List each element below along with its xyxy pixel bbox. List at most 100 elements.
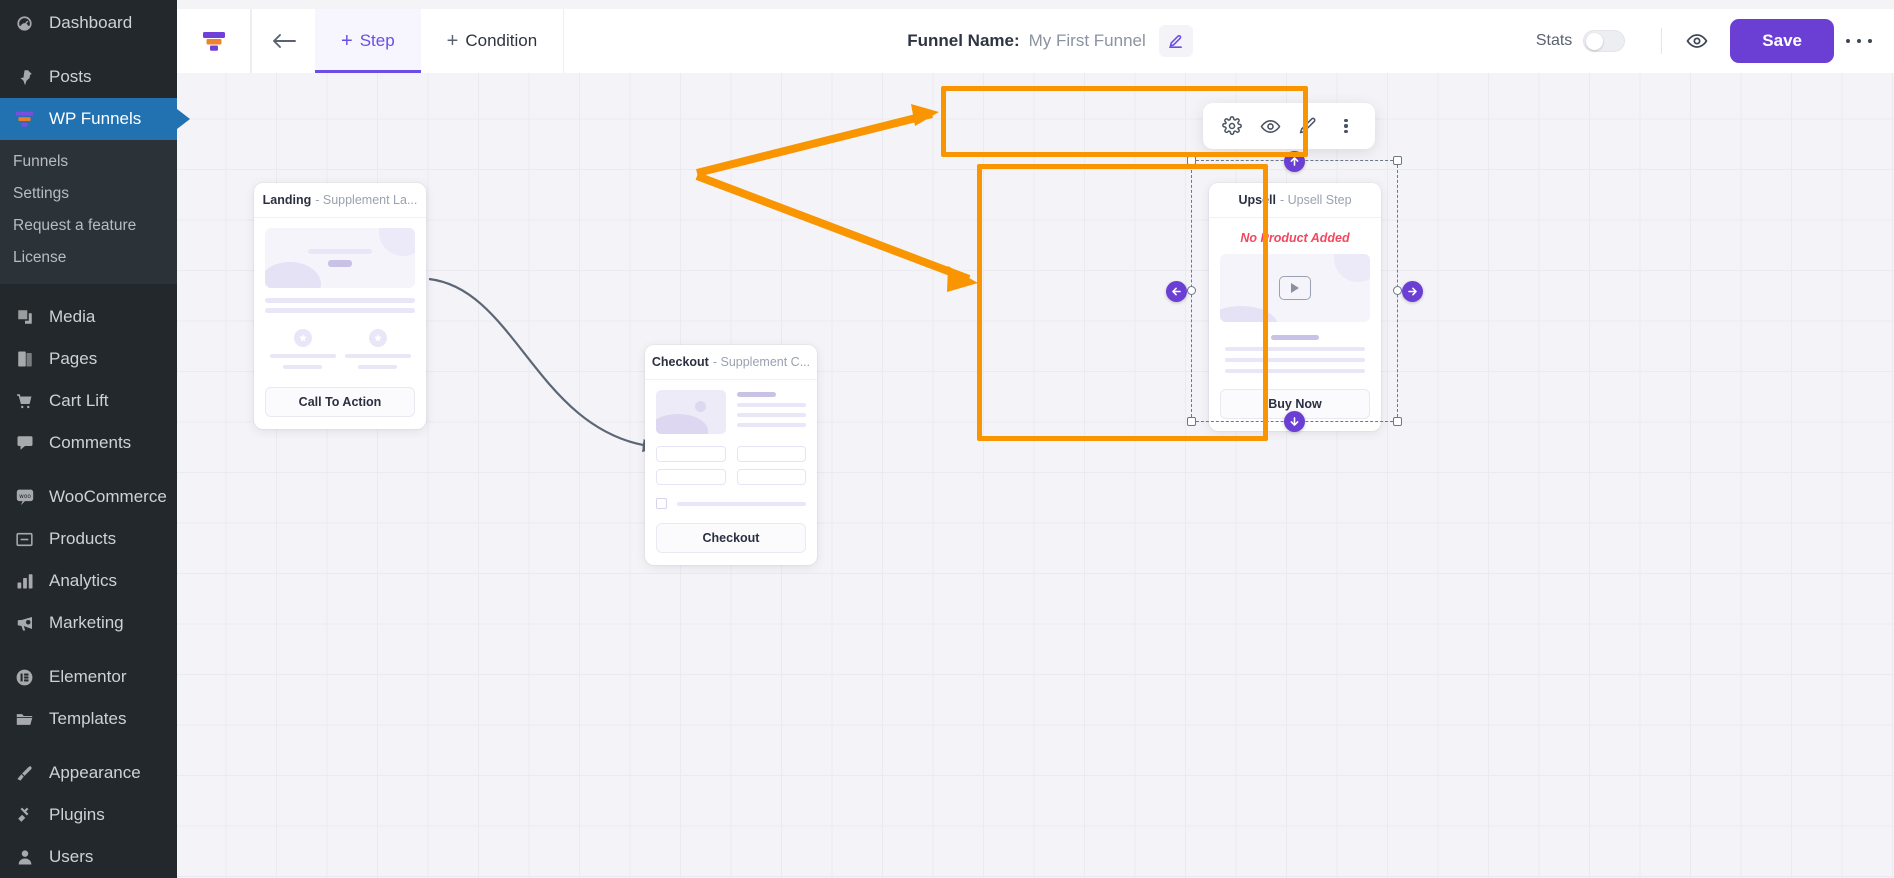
sidebar-subitem-license[interactable]: License bbox=[0, 242, 177, 274]
sidebar-item-users[interactable]: Users bbox=[0, 836, 177, 878]
preview-funnel-button[interactable] bbox=[1680, 24, 1714, 58]
sidebar-item-woocommerce[interactable]: woo WooCommerce bbox=[0, 476, 177, 518]
builder-toolbar: + Step + Condition Funnel Name: My First… bbox=[177, 9, 1894, 73]
wireframe-input-field bbox=[656, 446, 726, 462]
toggle-knob bbox=[1586, 33, 1604, 50]
sidebar-item-products[interactable]: Products bbox=[0, 518, 177, 560]
comment-icon bbox=[11, 430, 38, 457]
step-card-landing[interactable]: Landing - Supplement La... Call To Actio… bbox=[254, 183, 426, 429]
anchor-point-left[interactable] bbox=[1187, 286, 1196, 295]
wireframe-hero bbox=[265, 228, 415, 288]
back-arrow-icon[interactable] bbox=[252, 9, 315, 73]
kebab-menu-icon bbox=[1845, 39, 1850, 43]
resize-handle-top-right[interactable] bbox=[1393, 156, 1402, 165]
sidebar-item-comments[interactable]: Comments bbox=[0, 422, 177, 464]
woo-icon: woo bbox=[11, 484, 38, 511]
play-triangle bbox=[1291, 283, 1299, 293]
arrow-right-icon bbox=[1408, 287, 1417, 295]
resize-handle-bottom-left[interactable] bbox=[1187, 417, 1196, 426]
wireframe-input-field bbox=[736, 446, 806, 462]
main-area: + Step + Condition Funnel Name: My First… bbox=[177, 0, 1894, 878]
step-more-menu-button[interactable] bbox=[1327, 110, 1365, 142]
sidebar-item-label: Posts bbox=[49, 67, 92, 86]
funnel-name-group: Funnel Name: My First Funnel bbox=[907, 9, 1193, 73]
resize-handle-top-left[interactable] bbox=[1187, 156, 1196, 165]
tab-add-condition[interactable]: + Condition bbox=[421, 9, 564, 73]
sidebar-item-templates[interactable]: Templates bbox=[0, 698, 177, 740]
step-card-checkout[interactable]: Checkout - Supplement C... Checkout bbox=[645, 345, 817, 565]
funnel-canvas[interactable]: Landing - Supplement La... Call To Actio… bbox=[177, 73, 1894, 878]
step-name-label: - Supplement La... bbox=[315, 193, 418, 207]
sidebar-divider bbox=[0, 644, 177, 656]
pencil-icon bbox=[1169, 34, 1183, 48]
save-button[interactable]: Save bbox=[1730, 19, 1834, 63]
wireframe-badge-icon bbox=[293, 329, 312, 347]
arrow-down-icon bbox=[1290, 416, 1299, 426]
step-cta-button[interactable]: Checkout bbox=[656, 523, 806, 553]
add-step-right-nub[interactable] bbox=[1402, 280, 1423, 302]
sidebar-item-label: Appearance bbox=[49, 763, 141, 782]
sidebar-item-marketing[interactable]: Marketing bbox=[0, 602, 177, 644]
sidebar-item-cart-lift[interactable]: Cart Lift bbox=[0, 380, 177, 422]
sidebar-item-dashboard[interactable]: Dashboard bbox=[0, 2, 177, 44]
svg-text:woo: woo bbox=[19, 494, 31, 500]
plus-icon: + bbox=[446, 30, 459, 52]
sidebar-subitem-request-a-feature[interactable]: Request a feature bbox=[0, 210, 177, 242]
toolbar-more-menu-button[interactable] bbox=[1842, 21, 1876, 61]
arrow-up-icon bbox=[1290, 156, 1299, 166]
sidebar-item-posts[interactable]: Posts bbox=[0, 56, 177, 98]
sidebar-item-appearance[interactable]: Appearance bbox=[0, 752, 177, 794]
stats-toggle-group[interactable]: Stats bbox=[1536, 30, 1626, 52]
step-settings-button[interactable] bbox=[1213, 110, 1251, 142]
resize-handle-bottom-right[interactable] bbox=[1393, 417, 1402, 426]
analytics-icon bbox=[11, 568, 38, 595]
cart-icon bbox=[11, 388, 38, 415]
decorative-blob bbox=[656, 414, 708, 434]
funnel-name-value[interactable]: My First Funnel bbox=[1029, 31, 1146, 51]
sidebar-item-plugins[interactable]: Plugins bbox=[0, 794, 177, 836]
sidebar-divider bbox=[0, 44, 177, 56]
sidebar-subitem-funnels[interactable]: Funnels bbox=[0, 146, 177, 178]
step-action-toolbar[interactable] bbox=[1203, 103, 1375, 149]
sidebar-item-elementor[interactable]: Elementor bbox=[0, 656, 177, 698]
sidebar-item-wp-funnels[interactable]: WP Funnels bbox=[0, 98, 177, 140]
products-icon bbox=[11, 526, 38, 553]
dashboard-icon bbox=[11, 10, 38, 37]
wireframe-input-field bbox=[656, 469, 726, 485]
sidebar-item-label: WP Funnels bbox=[49, 109, 142, 128]
add-step-below-nub[interactable] bbox=[1284, 410, 1305, 432]
step-cta-button[interactable]: Call To Action bbox=[265, 387, 415, 417]
edit-funnel-name-button[interactable] bbox=[1158, 25, 1193, 57]
pin-icon bbox=[11, 64, 38, 91]
tab-add-step[interactable]: + Step bbox=[315, 9, 421, 73]
megaphone-icon bbox=[11, 610, 38, 637]
brush-icon bbox=[11, 760, 38, 787]
stats-toggle[interactable] bbox=[1583, 30, 1626, 52]
kebab-menu-icon bbox=[1868, 39, 1873, 43]
step-type-label: Landing bbox=[262, 193, 312, 207]
sidebar-item-media[interactable]: Media bbox=[0, 296, 177, 338]
settings-icon bbox=[1222, 116, 1242, 136]
add-step-above-nub[interactable] bbox=[1284, 150, 1305, 172]
connector-landing-to-checkout bbox=[428, 277, 659, 453]
wireframe-line bbox=[737, 403, 806, 407]
folder-icon bbox=[11, 706, 38, 733]
sidebar-item-pages[interactable]: Pages bbox=[0, 338, 177, 380]
connector-layer bbox=[428, 277, 659, 453]
step-card-header: Checkout - Supplement C... bbox=[645, 345, 817, 380]
step-edit-button[interactable] bbox=[1289, 110, 1327, 142]
wireframe-line bbox=[265, 308, 415, 313]
eye-icon bbox=[1260, 119, 1280, 133]
sidebar-item-label: WooCommerce bbox=[49, 487, 167, 506]
step-card-body: Call To Action bbox=[254, 218, 426, 429]
play-icon bbox=[1279, 276, 1311, 300]
elementor-icon bbox=[11, 664, 38, 691]
step-preview-button[interactable] bbox=[1251, 110, 1289, 142]
wireframe-line bbox=[265, 298, 415, 303]
anchor-point-right[interactable] bbox=[1393, 286, 1402, 295]
wpfunnels-logo-icon[interactable] bbox=[177, 9, 251, 73]
sidebar-subitem-settings[interactable]: Settings bbox=[0, 178, 177, 210]
pages-icon bbox=[11, 346, 38, 373]
add-step-left-nub[interactable] bbox=[1166, 280, 1187, 302]
sidebar-item-analytics[interactable]: Analytics bbox=[0, 560, 177, 602]
